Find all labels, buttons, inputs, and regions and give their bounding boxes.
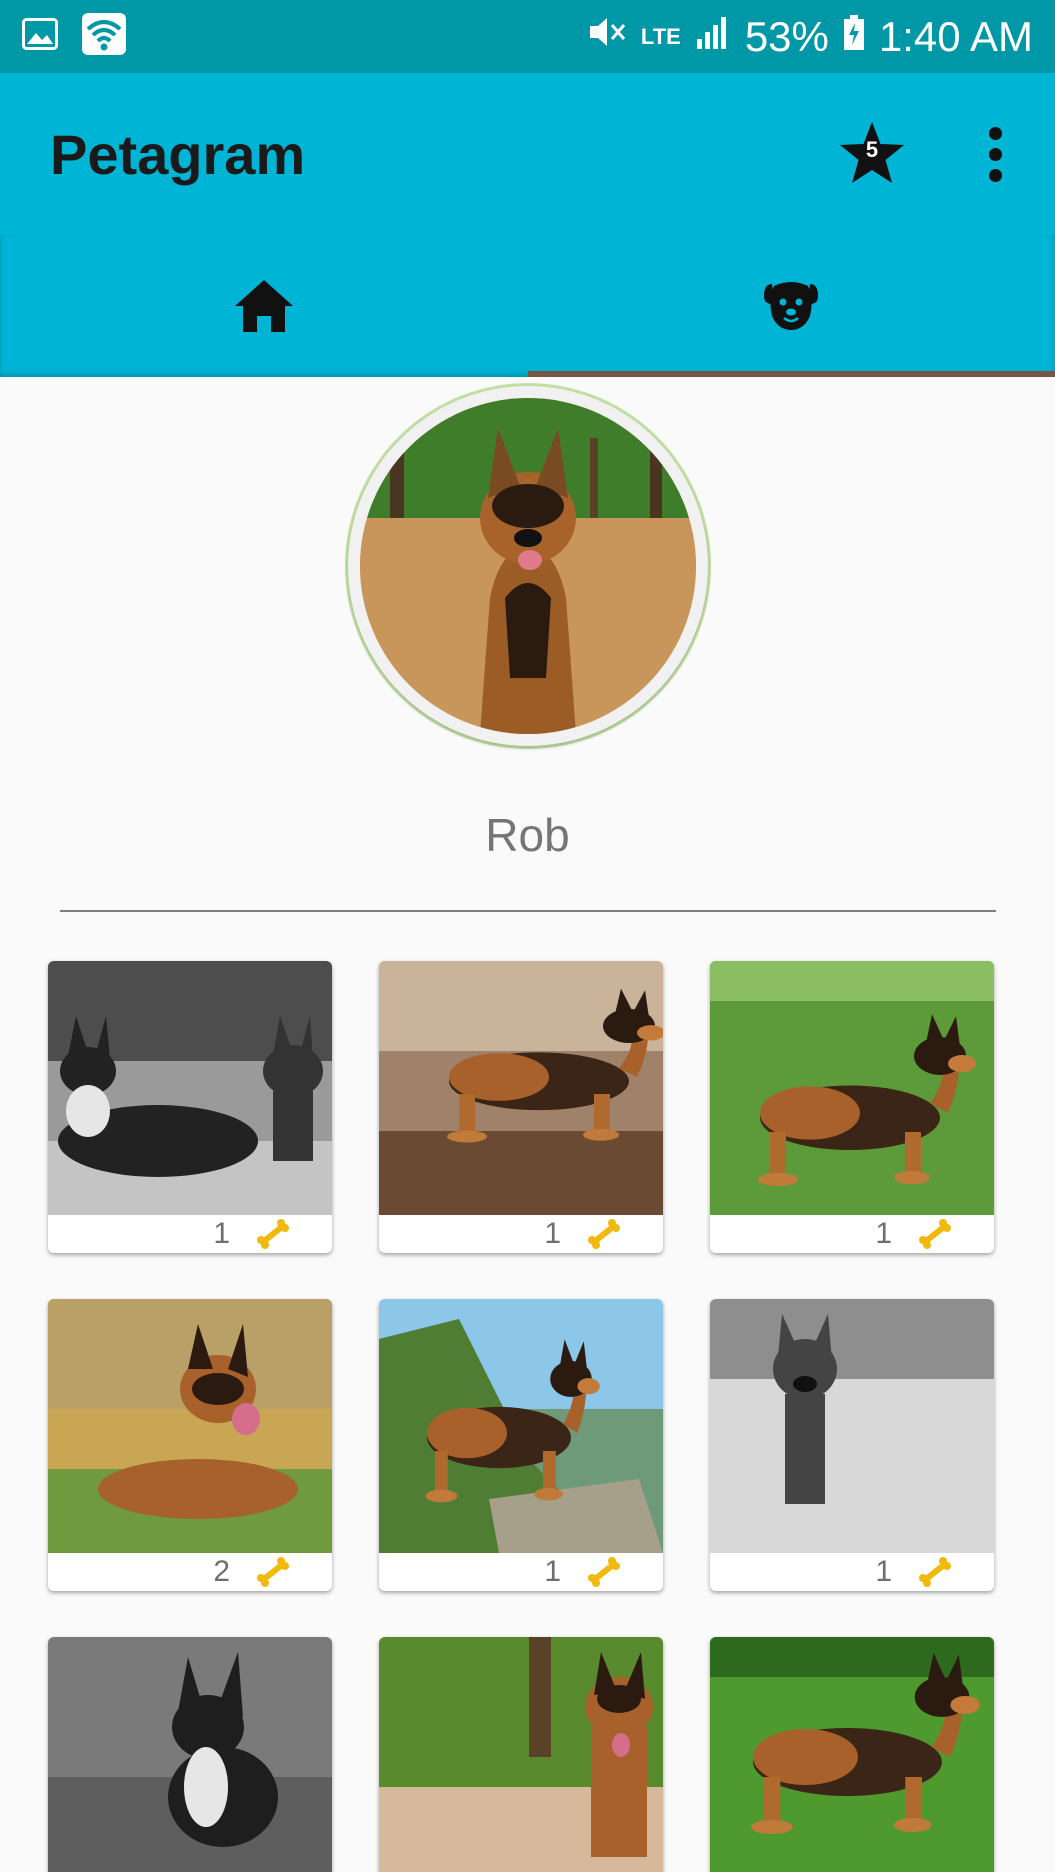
more-vert-icon[interactable] xyxy=(985,126,1005,182)
bone-icon[interactable] xyxy=(256,1219,290,1249)
bone-icon[interactable] xyxy=(918,1219,952,1249)
photo-card[interactable]: 1 xyxy=(48,961,332,1253)
favorites-button[interactable]: 5 xyxy=(837,119,907,189)
photo-footer: 1 xyxy=(710,1215,994,1253)
bone-icon[interactable] xyxy=(256,1557,290,1587)
photo-card[interactable]: 1 xyxy=(379,961,663,1253)
image-icon xyxy=(22,18,58,55)
home-icon xyxy=(234,280,293,332)
clock: 1:40 AM xyxy=(878,12,1033,60)
divider xyxy=(60,910,996,912)
photo-card[interactable]: 1 xyxy=(710,961,994,1253)
like-count: 1 xyxy=(875,1555,892,1588)
mute-icon xyxy=(587,13,627,61)
like-count: 1 xyxy=(213,1217,230,1250)
photo xyxy=(379,961,663,1215)
photo xyxy=(710,1637,994,1872)
tab-bar xyxy=(0,235,1055,377)
dog-icon xyxy=(764,282,819,330)
bone-icon[interactable] xyxy=(587,1219,621,1249)
status-bar: LTE 53% 1:40 AM xyxy=(0,0,1055,73)
tab-profile[interactable] xyxy=(527,235,1055,377)
avatar xyxy=(360,398,696,734)
photo-card[interactable]: 2 xyxy=(48,1299,332,1591)
photo-card[interactable] xyxy=(379,1637,663,1872)
like-count: 1 xyxy=(544,1555,561,1588)
favorites-count: 5 xyxy=(865,137,879,162)
photo-card[interactable]: 1 xyxy=(379,1299,663,1591)
photo xyxy=(379,1299,663,1553)
bone-icon[interactable] xyxy=(587,1557,621,1587)
app-title: Petagram xyxy=(50,122,306,186)
pet-name: Rob xyxy=(485,809,570,861)
photo-card[interactable]: 1 xyxy=(710,1299,994,1591)
wifi-icon xyxy=(82,13,126,60)
like-count: 2 xyxy=(213,1555,230,1588)
photo xyxy=(379,1637,663,1872)
photo-card[interactable] xyxy=(710,1637,994,1872)
like-count: 1 xyxy=(544,1217,561,1250)
battery-percent: 53% xyxy=(744,12,829,60)
bone-icon[interactable] xyxy=(918,1557,952,1587)
photo-footer: 1 xyxy=(379,1215,663,1253)
photo-card[interactable] xyxy=(48,1637,332,1872)
photo-footer: 1 xyxy=(379,1553,663,1591)
tab-home[interactable] xyxy=(0,235,528,377)
battery-charging-icon xyxy=(843,13,865,61)
photo-footer: 2 xyxy=(48,1553,332,1591)
profile-avatar[interactable] xyxy=(348,386,708,746)
app-bar: Petagram 5 xyxy=(0,73,1055,235)
photo-footer: 1 xyxy=(710,1553,994,1591)
like-count: 1 xyxy=(875,1217,892,1250)
photo xyxy=(710,961,994,1215)
photo xyxy=(710,1299,994,1553)
phone-screen: LTE 53% 1:40 AM Petagram 5 Rob 1 1 1 2 1… xyxy=(0,0,1055,1872)
photo xyxy=(48,1299,332,1553)
photo-footer: 1 xyxy=(48,1215,332,1253)
signal-icon xyxy=(695,13,731,61)
photo xyxy=(48,961,332,1215)
network-type: LTE xyxy=(640,23,681,49)
photo xyxy=(48,1637,332,1872)
